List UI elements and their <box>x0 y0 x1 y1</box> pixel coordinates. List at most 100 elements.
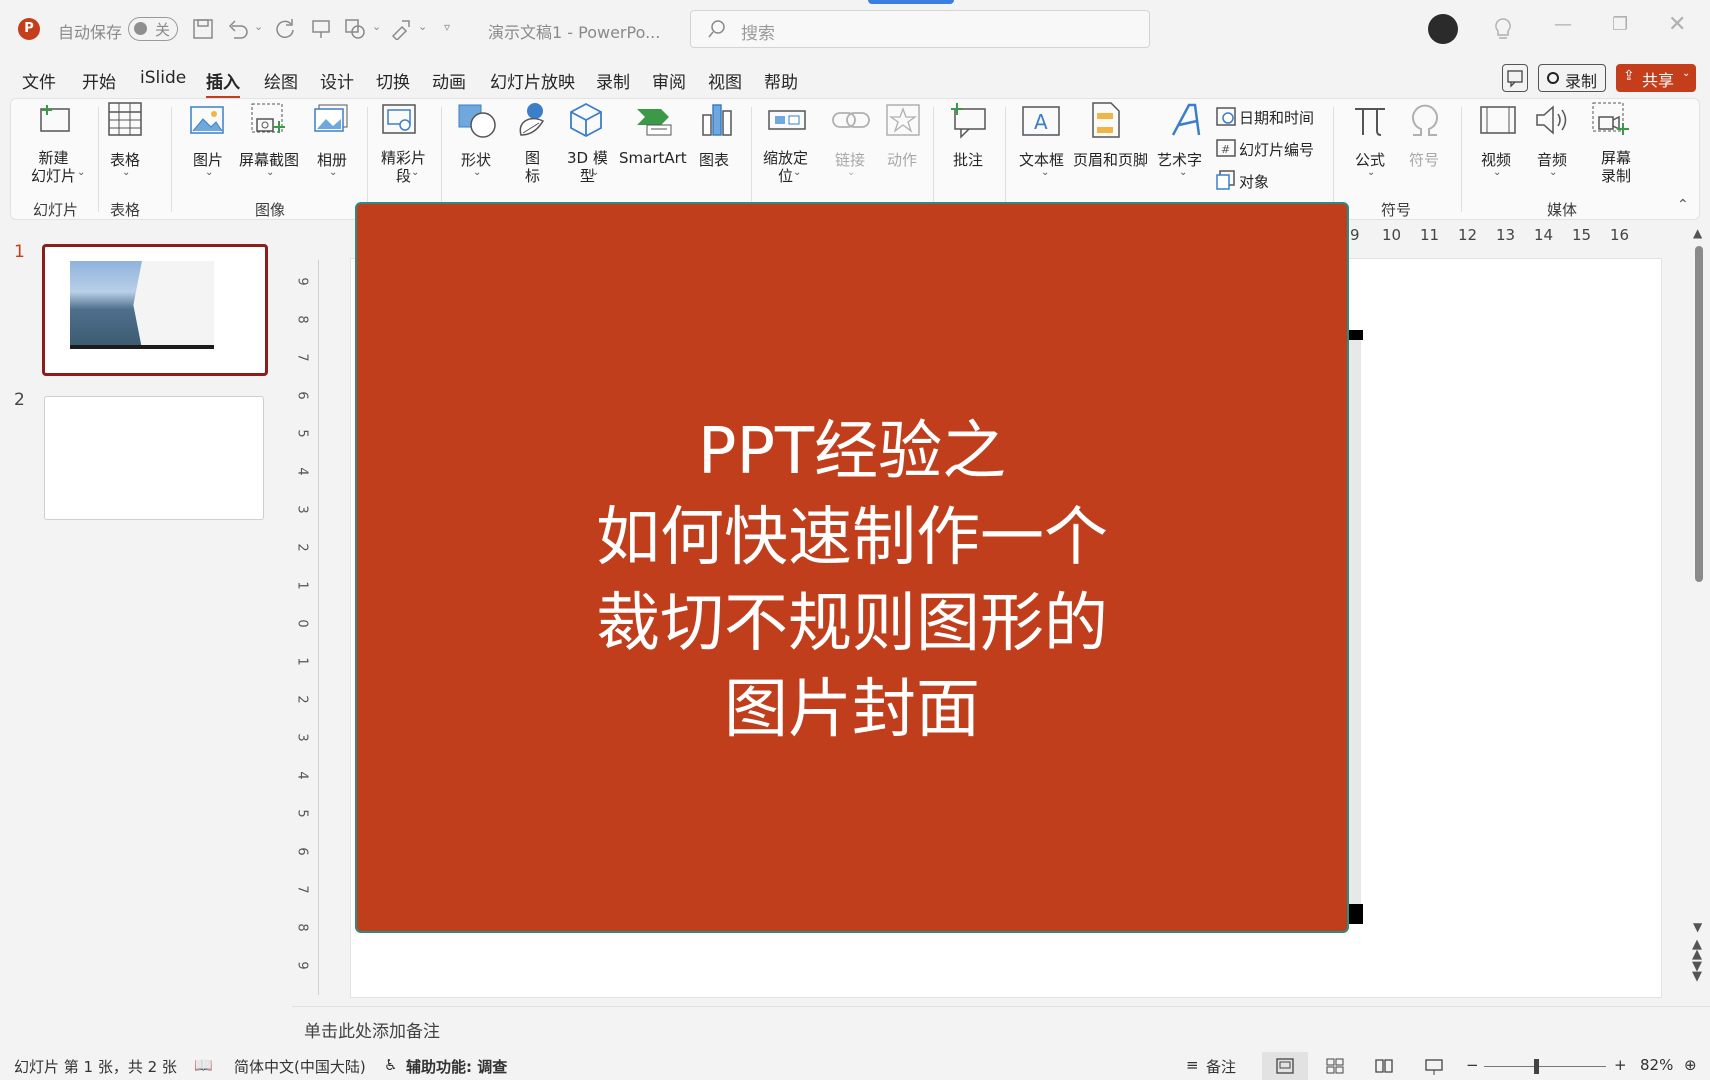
tab-insert[interactable]: 插入 <box>206 68 240 99</box>
close-icon[interactable]: ✕ <box>1668 12 1686 37</box>
screen-record-button[interactable]: 屏幕 录制 <box>1601 149 1631 185</box>
video-dropdown-icon: ⌄ <box>1493 167 1502 178</box>
ruler-v-label: 2 <box>294 695 310 704</box>
smartart-button[interactable]: SmartArt <box>619 149 687 167</box>
scrollbar-thumb[interactable] <box>1695 246 1703 582</box>
new-slide-button[interactable]: 新建 幻灯片 <box>31 149 76 185</box>
notes-toggle[interactable]: 备注 <box>1206 1056 1236 1077</box>
redo-icon[interactable] <box>274 18 296 40</box>
ruler-h-label: 13 <box>1496 226 1516 244</box>
slide-sorter-icon[interactable] <box>1326 1058 1344 1074</box>
customize-toolbar-icon[interactable]: ▿ <box>444 20 450 34</box>
zoom-level[interactable]: 82% <box>1640 1056 1673 1074</box>
tab-view[interactable]: 视图 <box>708 68 742 93</box>
group-images: 图像 <box>255 201 286 219</box>
fit-to-window-icon[interactable]: ⊕ <box>1684 1056 1697 1074</box>
shape-dropdown-icon[interactable]: ⌄ <box>372 20 381 33</box>
horizontal-ruler: 9 10 11 12 13 14 15 16 <box>1350 222 1660 248</box>
group-symbols: 符号 <box>1381 201 1412 219</box>
prev-slide-icon[interactable]: ▲ ▲ <box>1692 938 1702 961</box>
autosave-toggle[interactable]: 关 <box>128 17 178 41</box>
object-button[interactable]: 对象 <box>1239 171 1269 192</box>
restore-icon[interactable]: ❐ <box>1612 14 1628 35</box>
shape-quick-icon[interactable] <box>344 18 366 40</box>
slide-thumbnail-2[interactable] <box>44 396 264 520</box>
tab-home[interactable]: 开始 <box>82 68 116 93</box>
svg-text:A: A <box>1034 110 1048 134</box>
ruler-v-label: 3 <box>294 733 310 742</box>
title-slide-shape[interactable]: PPT经验之 如何快速制作一个 裁切不规则图形的 图片封面 <box>355 202 1349 933</box>
tab-record[interactable]: 录制 <box>596 68 630 93</box>
3d-model-button[interactable]: 3D 模 型 <box>567 149 608 185</box>
tab-draw[interactable]: 绘图 <box>264 68 298 93</box>
tab-review[interactable]: 审阅 <box>652 68 686 93</box>
document-title: 演示文稿1 - PowerPo... <box>488 23 661 42</box>
record-button[interactable]: 录制 <box>1538 64 1606 92</box>
tab-animations[interactable]: 动画 <box>432 68 466 93</box>
menu-tabs: 文件 开始 iSlide 插入 绘图 设计 切换 动画 幻灯片放映 录制 审阅 … <box>0 62 1710 99</box>
zoom-out-icon[interactable]: − <box>1466 1056 1479 1074</box>
search-box[interactable]: 搜索 <box>690 10 1150 48</box>
slide-thumbnail-1[interactable] <box>42 244 268 376</box>
share-dropdown-icon: ⌄ <box>1682 68 1691 79</box>
wordart-icon <box>1171 103 1201 136</box>
undo-dropdown-icon[interactable]: ⌄ <box>254 20 263 33</box>
datetime-button[interactable]: 日期和时间 <box>1239 107 1314 128</box>
image-crop-handle-top[interactable] <box>1349 330 1363 340</box>
scroll-up-icon[interactable]: ▲ <box>1693 226 1702 240</box>
tab-slideshow[interactable]: 幻灯片放映 <box>490 68 575 93</box>
zoom-in-icon[interactable]: + <box>1614 1056 1627 1074</box>
undo-icon[interactable] <box>226 18 250 40</box>
reading-view-icon[interactable] <box>1374 1058 1394 1074</box>
tab-design[interactable]: 设计 <box>320 68 354 93</box>
ruler-v-label: 6 <box>294 391 310 400</box>
video-icon <box>1480 106 1516 134</box>
slide-number-2: 2 <box>14 390 25 410</box>
ruler-h-label: 10 <box>1382 226 1402 244</box>
icons-icon <box>519 103 545 136</box>
avatar[interactable] <box>1428 14 1458 44</box>
lightbulb-icon[interactable] <box>1492 16 1514 42</box>
equation-icon <box>1355 108 1385 136</box>
zoom-icon <box>768 110 806 130</box>
language[interactable]: 简体中文(中国大陆) <box>234 1056 366 1077</box>
tab-islide[interactable]: iSlide <box>140 68 186 88</box>
tab-file[interactable]: 文件 <box>22 68 56 93</box>
scroll-down-icon[interactable]: ▼ <box>1693 920 1702 934</box>
present-icon[interactable] <box>310 18 332 40</box>
header-footer-button[interactable]: 页眉和页脚 <box>1073 149 1148 170</box>
spellcheck-icon[interactable]: 📖 <box>194 1056 213 1074</box>
symbol-button[interactable]: 符号 <box>1409 149 1439 170</box>
icons-button[interactable]: 图 标 <box>525 149 540 185</box>
action-icon <box>886 104 920 136</box>
format-painter-icon[interactable] <box>390 18 412 40</box>
slide-number-button[interactable]: 幻灯片编号 <box>1239 139 1314 160</box>
minimize-icon[interactable]: — <box>1554 14 1572 35</box>
comments-button[interactable] <box>1502 64 1528 92</box>
zoom-slider-thumb[interactable] <box>1534 1059 1539 1074</box>
record-dot-icon <box>1547 72 1559 84</box>
notes-pane[interactable]: 单击此处添加备注 <box>292 1006 1710 1051</box>
normal-view-icon <box>1276 1058 1294 1074</box>
slide-number-icon: # <box>1216 139 1236 157</box>
share-button[interactable]: ⇪ 共享 ⌄ <box>1616 64 1696 92</box>
accessibility-status[interactable]: 辅助功能: 调查 <box>406 1056 507 1077</box>
powerpoint-logo-icon: P <box>18 18 40 40</box>
save-icon[interactable] <box>192 18 214 40</box>
comment-button[interactable]: 批注 <box>953 149 983 170</box>
action-button[interactable]: 动作 <box>887 149 917 170</box>
normal-view-button[interactable] <box>1262 1052 1308 1080</box>
slideshow-icon[interactable] <box>1424 1058 1444 1076</box>
textbox-icon: A <box>1022 106 1060 136</box>
ruler-h-label: 9 <box>1350 226 1360 244</box>
next-slide-icon[interactable]: ▼ ▼ <box>1692 960 1702 983</box>
vertical-scrollbar[interactable] <box>1692 242 1706 582</box>
collapse-ribbon-icon[interactable]: ⌃ <box>1677 197 1689 213</box>
chart-button[interactable]: 图表 <box>699 149 729 170</box>
image-crop-handle-bottom[interactable] <box>1349 904 1363 924</box>
tab-help[interactable]: 帮助 <box>764 68 798 93</box>
slide-title[interactable]: PPT经验之 如何快速制作一个 裁切不规则图形的 图片封面 <box>357 409 1347 753</box>
tab-transitions[interactable]: 切换 <box>376 68 410 93</box>
format-dropdown-icon[interactable]: ⌄ <box>418 20 427 33</box>
zoom-slider[interactable] <box>1484 1059 1606 1074</box>
